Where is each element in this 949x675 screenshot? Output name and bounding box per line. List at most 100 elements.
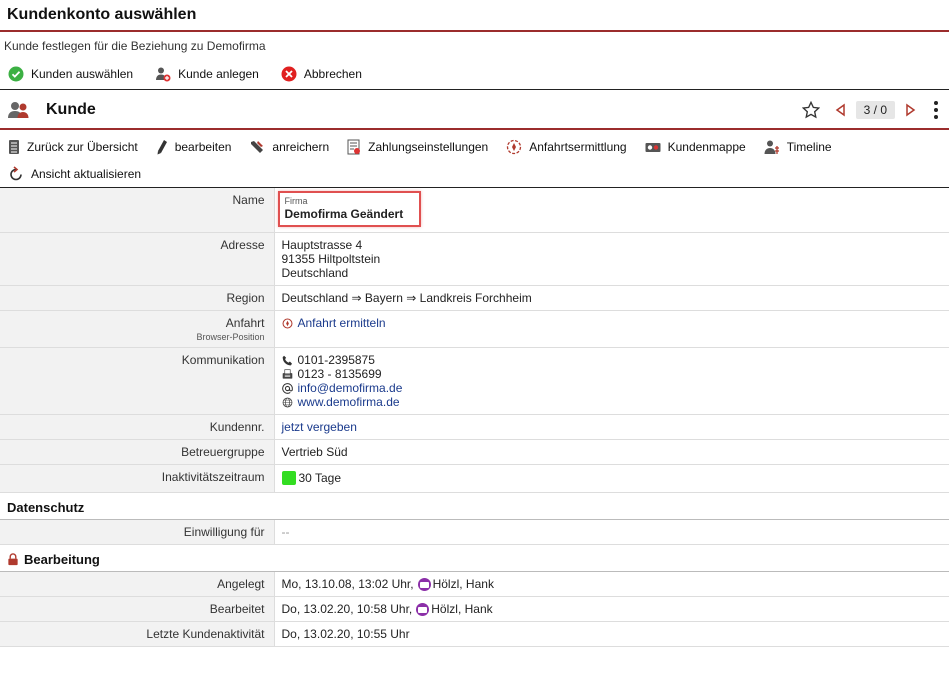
edited-user: Hölzl, Hank: [431, 602, 493, 617]
customer-title: Kunde: [46, 101, 96, 118]
customer-details-table: Name Firma Demofirma Geändert Adresse Ha…: [0, 188, 949, 493]
created-value: Mo, 13.10.08, 13:02 Uhr,: [281, 576, 414, 591]
customer-folder-button[interactable]: Kundenmappe: [645, 133, 746, 160]
refresh-view-label: Ansicht aktualisieren: [31, 166, 142, 181]
user-avatar-icon: [417, 578, 431, 592]
name-value-box[interactable]: Firma Demofirma Geändert: [277, 191, 422, 227]
timeline-user-icon: [764, 140, 779, 154]
inactivity-value: 30 Tage: [298, 470, 342, 485]
back-to-overview-label: Zurück zur Übersicht: [27, 139, 138, 154]
support-group-label: Betreuergruppe: [0, 439, 275, 465]
select-customer-label: Kunden auswählen: [31, 67, 134, 81]
pencil-icon: [157, 139, 167, 154]
cancel-circle-icon: [281, 66, 297, 82]
editing-section-header: Bearbeitung: [0, 545, 949, 572]
field-row-kundennr: Kundennr. jetzt vergeben: [0, 414, 949, 440]
user-add-icon: [156, 67, 171, 82]
field-row-inaktiv: Inaktivitätszeitraum 30 Tage: [0, 464, 949, 493]
fax-value: 0123 - 8135699: [297, 367, 382, 381]
field-row-betreuer: Betreuergruppe Vertrieb Süd: [0, 439, 949, 465]
address-label: Adresse: [0, 232, 275, 286]
payment-settings-button[interactable]: Zahlungseinstellungen: [347, 133, 488, 160]
star-icon[interactable]: [801, 101, 820, 119]
more-vertical-icon[interactable]: [931, 100, 941, 120]
last-activity-label: Letzte Kundenaktivität: [0, 621, 275, 648]
address-line: 91355 Hiltpoltstein: [281, 252, 381, 266]
user-avatar-icon: [416, 603, 430, 617]
inactivity-status-indicator: [281, 470, 296, 485]
customer-folder-label: Kundenmappe: [667, 139, 746, 154]
communication-label: Kommunikation: [0, 347, 275, 415]
cancel-label: Abbrechen: [303, 67, 362, 81]
customer-number-label: Kundennr.: [0, 414, 275, 440]
pager-count: 3 / 0: [855, 101, 895, 119]
consent-value: --: [274, 519, 949, 545]
timeline-button[interactable]: Timeline: [764, 133, 832, 160]
refresh-icon: [10, 165, 22, 180]
enrich-label: anreichern: [272, 139, 330, 154]
privacy-table: Einwilligung für --: [0, 519, 949, 545]
field-row-consent: Einwilligung für --: [0, 519, 949, 545]
field-row-address: Adresse Hauptstrasse 4 91355 Hiltpoltste…: [0, 232, 949, 286]
field-row-kommunikation: Kommunikation 0101-2395875 0123 - 813569…: [0, 347, 949, 415]
edited-label: Bearbeitet: [0, 596, 275, 623]
website-link[interactable]: www.demofirma.de: [298, 395, 400, 409]
privacy-section-title: Datenschutz: [7, 499, 85, 515]
previous-icon[interactable]: [834, 103, 848, 117]
inactivity-label: Inaktivitätszeitraum: [0, 464, 275, 493]
edit-label: bearbeiten: [174, 139, 232, 154]
field-row-anfahrt: Anfahrt Browser-Position Anfahrt ermitte…: [0, 310, 949, 348]
invoice-icon: [347, 139, 361, 154]
create-customer-button[interactable]: Kunde anlegen: [155, 66, 259, 82]
edit-button[interactable]: bearbeiten: [156, 133, 232, 160]
consent-label: Einwilligung für: [0, 519, 275, 545]
timeline-label: Timeline: [786, 139, 832, 154]
address-line: Deutschland: [281, 266, 349, 280]
anfahrt-label: Anfahrt: [225, 316, 265, 330]
select-customer-button[interactable]: Kunden auswählen: [8, 66, 133, 82]
field-row-edited: Bearbeitet Do, 13.02.20, 10:58 Uhr, Hölzl…: [0, 596, 949, 623]
field-row-created: Angelegt Mo, 13.10.08, 13:02 Uhr, Hölzl, …: [0, 571, 949, 598]
edited-value: Do, 13.02.20, 10:58 Uhr,: [281, 602, 413, 617]
refresh-view-button[interactable]: Ansicht aktualisieren: [8, 160, 141, 187]
dialog-title: Kundenkonto auswählen: [0, 0, 949, 32]
determine-route-link[interactable]: Anfahrt ermitteln: [298, 316, 386, 330]
globe-icon: [282, 397, 292, 407]
next-icon[interactable]: [903, 103, 917, 117]
field-row-region: Region Deutschland ⇒ Bayern ⇒ Landkreis …: [0, 285, 949, 311]
check-circle-icon: [8, 66, 24, 82]
route-calculation-button[interactable]: Anfahrtsermittlung: [506, 133, 627, 160]
users-icon: [8, 102, 29, 118]
dialog-actions: Kunden auswählen Kunde anlegen Abbrechen: [0, 59, 949, 90]
compass-icon: [282, 318, 292, 328]
folder-icon: [645, 142, 661, 152]
lock-icon: [8, 553, 18, 565]
name-type-label: Firma: [284, 196, 308, 206]
payment-settings-label: Zahlungseinstellungen: [368, 139, 489, 154]
cancel-button[interactable]: Abbrechen: [281, 66, 362, 82]
create-customer-label: Kunde anlegen: [178, 67, 259, 81]
name-value: Demofirma Geändert: [284, 207, 404, 221]
privacy-section-header: Datenschutz: [0, 493, 949, 520]
support-group-value: Vertrieb Süd: [274, 439, 949, 465]
assign-customer-number-link[interactable]: jetzt vergeben: [282, 420, 357, 434]
route-calculation-label: Anfahrtsermittlung: [529, 139, 627, 154]
email-link[interactable]: info@demofirma.de: [298, 381, 403, 395]
tools-icon: [251, 140, 264, 153]
editing-table: Angelegt Mo, 13.10.08, 13:02 Uhr, Hölzl, …: [0, 571, 949, 648]
phone-value: 0101-2395875: [297, 353, 375, 367]
last-activity-value: Do, 13.02.20, 10:55 Uhr: [274, 621, 949, 648]
anfahrt-sublabel: Browser-Position: [196, 332, 265, 342]
compass-icon: [507, 139, 522, 154]
at-icon: [281, 382, 293, 394]
back-to-overview-button[interactable]: Zurück zur Übersicht: [8, 133, 138, 160]
created-label: Angelegt: [0, 571, 275, 598]
list-icon: [9, 139, 19, 154]
phone-icon: [282, 355, 292, 365]
enrich-button[interactable]: anreichern: [249, 133, 329, 160]
fax-icon: [282, 368, 292, 379]
customer-toolbar: Zurück zur Übersicht bearbeiten anreiche…: [0, 130, 949, 188]
created-user: Hölzl, Hank: [432, 576, 494, 591]
dialog-subtitle: Kunde festlegen für die Beziehung zu Dem…: [4, 39, 266, 53]
region-label: Region: [0, 285, 275, 311]
